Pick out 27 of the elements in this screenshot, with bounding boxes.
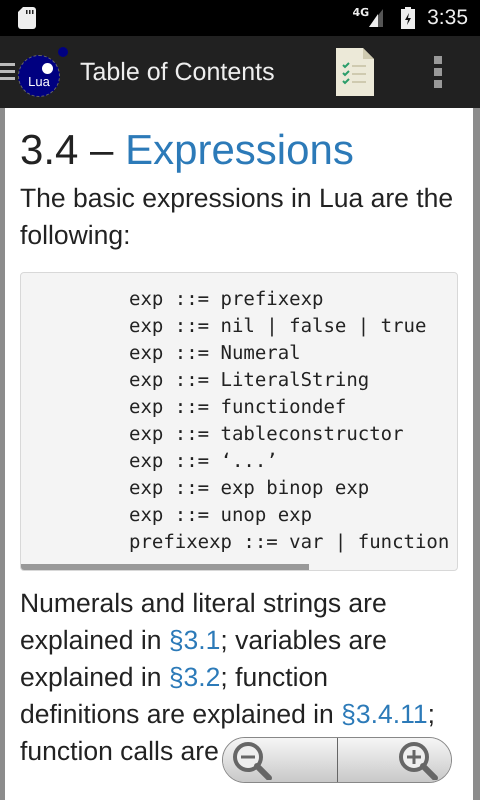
code-line: exp ::= prefixexp [129, 287, 324, 312]
intro-paragraph: The basic expressions in Lua are the following: [20, 182, 454, 252]
code-line: exp ::= nil | false | true [129, 314, 426, 339]
code-line: prefixexp ::= var | function [129, 530, 450, 555]
menu-icon[interactable] [0, 61, 15, 83]
overflow-menu-icon[interactable] [434, 56, 442, 88]
code-line: exp ::= Numeral [129, 341, 301, 366]
signal-icon [369, 9, 384, 27]
code-line: exp ::= unop exp [129, 503, 312, 528]
code-line: exp ::= LiteralString [129, 368, 370, 393]
section-heading: 3.4 – Expressions [20, 126, 355, 174]
scrollbar-thumb[interactable] [21, 564, 309, 570]
zoom-out-button[interactable] [223, 738, 336, 782]
code-line: exp ::= tableconstructor [129, 422, 404, 447]
clock-time: 3:35 [427, 6, 468, 30]
code-line: exp ::= functiondef [129, 395, 346, 420]
sd-card-icon [18, 7, 36, 29]
network-type: 4G [352, 6, 370, 19]
app-title: Table of Contents [80, 58, 275, 86]
checklist-document-icon[interactable] [336, 48, 374, 96]
section-link[interactable]: §3.1 [168, 625, 220, 655]
section-link[interactable]: §3.2 [168, 662, 220, 692]
zoom-in-button[interactable] [336, 738, 451, 782]
battery-icon [401, 7, 416, 29]
code-line: exp ::= ‘...’ [129, 449, 278, 474]
code-line: exp ::= exp binop exp [129, 476, 370, 501]
section-link[interactable]: §3.4.11 [341, 699, 428, 729]
